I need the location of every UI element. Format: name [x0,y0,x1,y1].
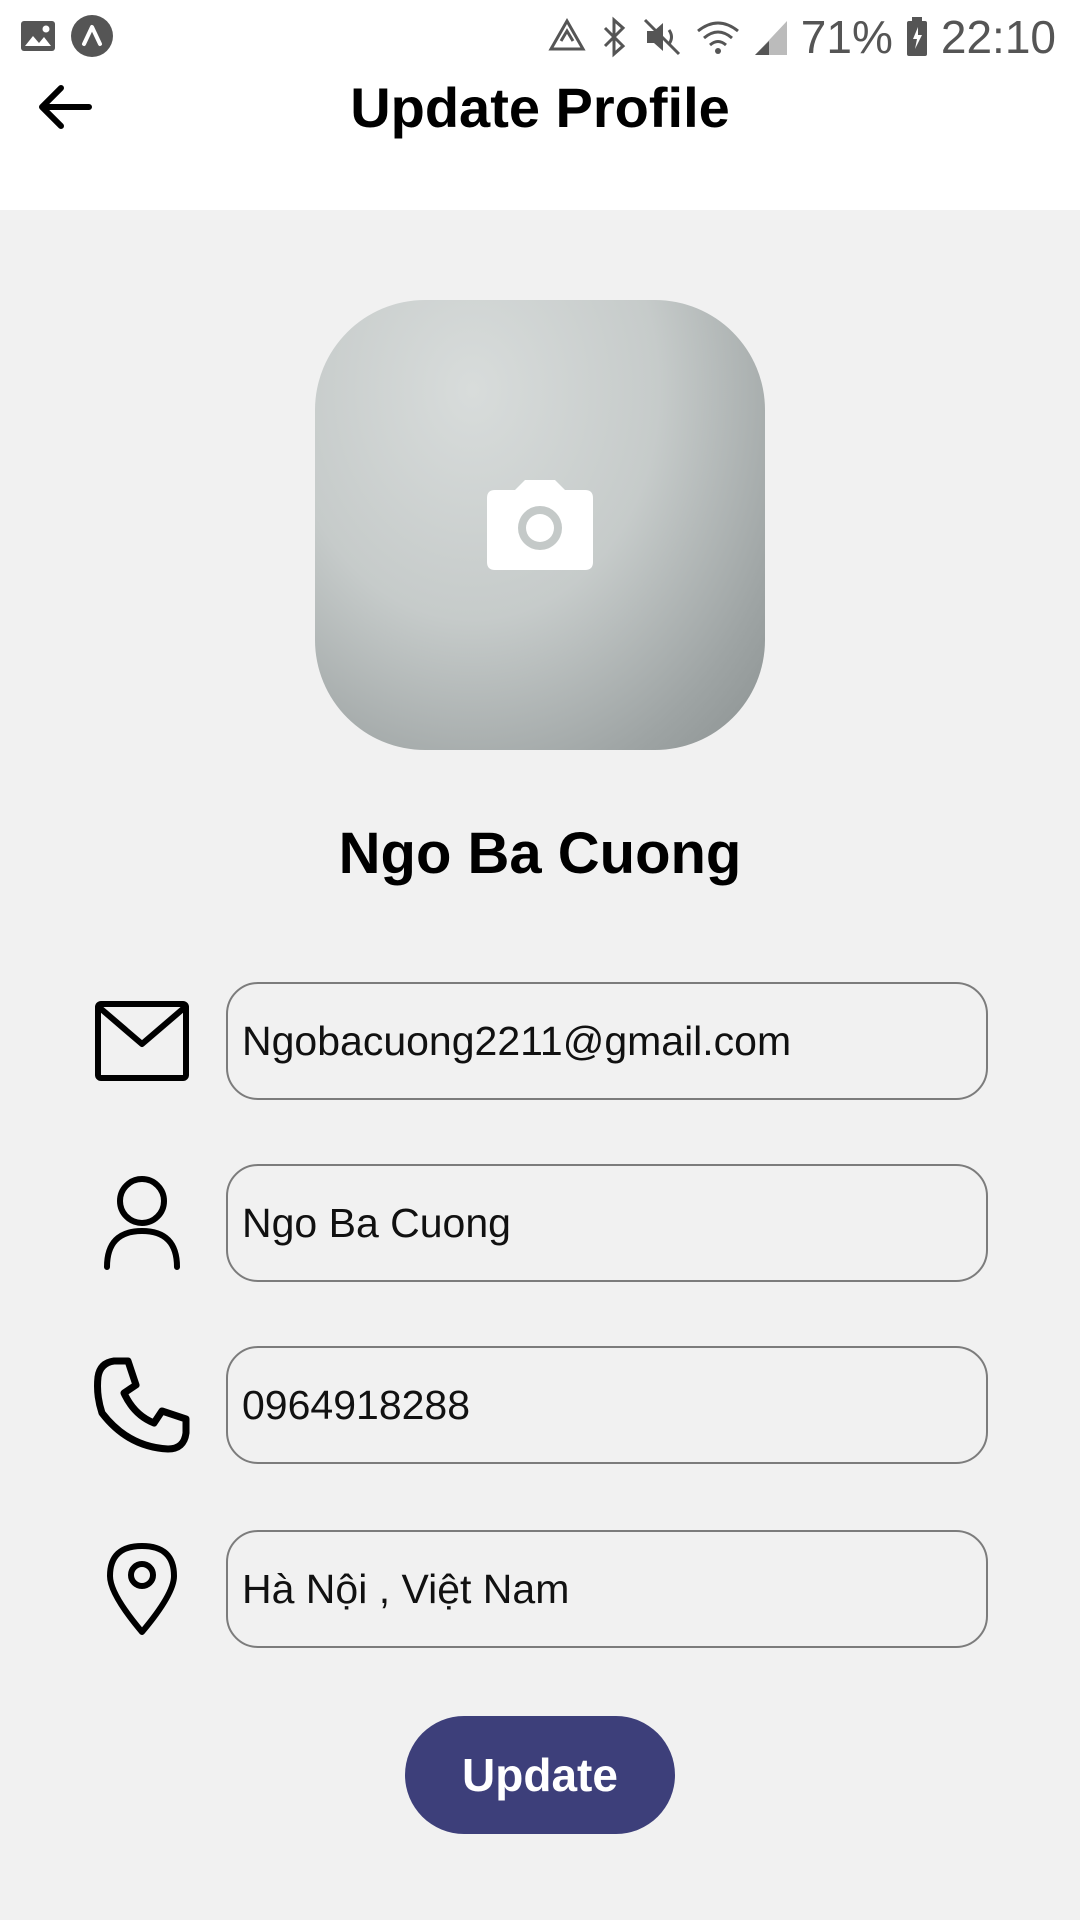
status-right-icons: 71% 22:10 [547,10,1056,64]
avatar-upload[interactable] [315,300,765,750]
gallery-notification-icon [20,18,56,59]
header-bar: 71% 22:10 Update Profile [0,0,1080,210]
user-icon [92,1176,192,1270]
signal-icon [753,17,789,57]
page-title: Update Profile [350,76,730,139]
phone-icon [92,1357,192,1453]
status-bar: 71% 22:10 [0,0,1080,72]
address-row [0,1530,1080,1648]
name-field[interactable] [226,1164,988,1282]
email-row [0,982,1080,1100]
phone-row [0,1346,1080,1464]
arrow-left-icon [39,85,92,129]
battery-percent: 71% [800,11,893,63]
camera-icon [487,480,593,570]
data-saver-icon [547,17,587,57]
bluetooth-icon [599,16,629,58]
back-button[interactable] [30,72,100,142]
mute-icon [641,16,683,58]
location-pin-icon [92,1543,192,1635]
battery-icon [905,16,929,58]
email-field[interactable] [226,982,988,1100]
status-left-icons [20,14,114,63]
address-field[interactable] [226,1530,988,1648]
mail-icon [92,996,192,1086]
name-row [0,1164,1080,1282]
app-notification-icon [70,14,114,63]
phone-field[interactable] [226,1346,988,1464]
clock-time: 22:10 [940,11,1056,63]
profile-name: Ngo Ba Cuong [338,821,742,886]
wifi-icon [695,17,741,57]
update-button[interactable]: Update [405,1716,675,1834]
